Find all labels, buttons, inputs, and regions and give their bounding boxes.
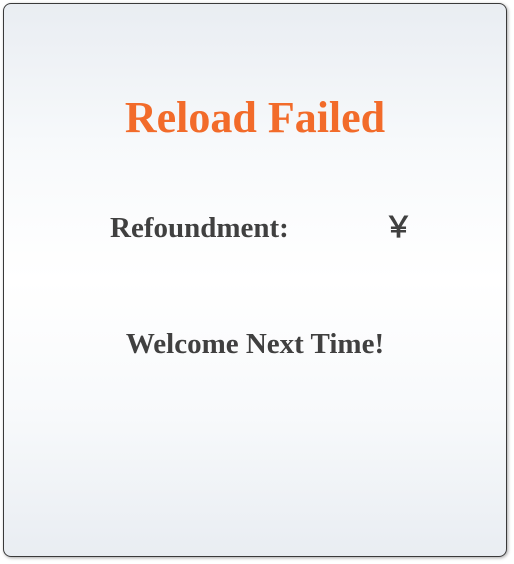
dialog-title: Reload Failed (124, 93, 386, 142)
welcome-message: Welcome Next Time! (125, 328, 385, 360)
reload-failed-dialog: Reload Failed Refoundment: ￥ Welcome Nex… (3, 3, 507, 557)
refund-label: Refoundment: (110, 212, 289, 244)
refund-amount: ￥ (384, 212, 414, 244)
